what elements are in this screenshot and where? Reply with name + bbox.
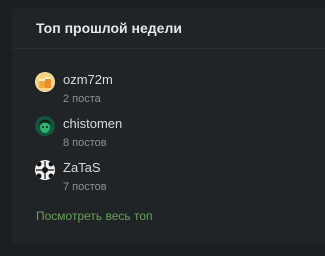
post-count: 8 постов (63, 137, 107, 149)
username[interactable]: chistomen (63, 116, 122, 131)
list-item[interactable]: ZaTaS 7 постов (35, 156, 325, 200)
green-face-avatar-icon[interactable] (35, 116, 55, 136)
username[interactable]: ozm72m (63, 72, 113, 87)
top-week-widget: Топ прошлой недели ozm72m 2 поста chisto… (12, 8, 325, 244)
pattern-avatar-icon[interactable] (35, 160, 55, 180)
widget-title: Топ прошлой недели (36, 20, 182, 36)
list-item[interactable]: chistomen 8 постов (35, 112, 325, 156)
drink-avatar-icon[interactable] (35, 72, 55, 92)
top-users-list: ozm72m 2 поста chistomen 8 постов ZaTaS … (35, 68, 325, 200)
view-all-top-link[interactable]: Посмотреть весь топ (36, 209, 153, 223)
widget-header: Топ прошлой недели (12, 8, 325, 49)
list-item[interactable]: ozm72m 2 поста (35, 68, 325, 112)
post-count: 2 поста (63, 93, 101, 105)
username[interactable]: ZaTaS (63, 160, 101, 175)
post-count: 7 постов (63, 181, 107, 193)
